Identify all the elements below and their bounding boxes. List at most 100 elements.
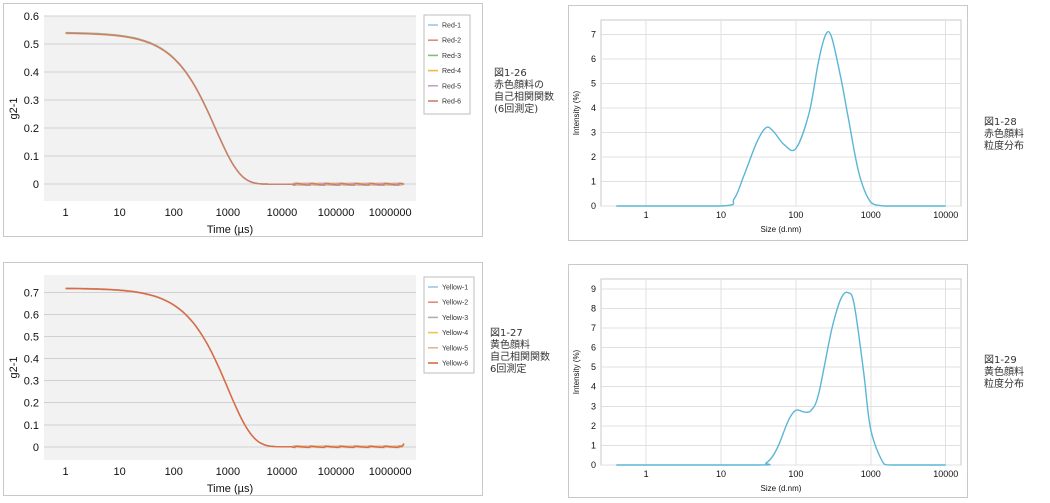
- x-tick-label: 1000: [216, 466, 240, 478]
- y-tick-label: 0.4: [24, 354, 39, 366]
- x-tick-label: 10000: [933, 210, 958, 220]
- y-tick-label: 5: [591, 362, 596, 372]
- yellow-size-distribution-chart: 0 1 2 3 4 5 6 7 8 9 1 10 100 1000 10000 Size (d.nm) Inte…: [568, 264, 968, 498]
- y-tick-label: 0.6: [24, 310, 39, 322]
- legend-label: Red-1: [442, 23, 461, 30]
- caption-line: 黄色顔料: [984, 367, 1024, 378]
- legend-label: Yellow-2: [442, 300, 468, 307]
- caption-line: 粒度分布: [984, 141, 1024, 152]
- x-tick-label: 1000: [216, 207, 240, 219]
- caption-line: 自己相関関数: [494, 92, 554, 103]
- yellow-correlation-chart: 0 0.1 0.2 0.3 0.4 0.5 0.6 0.7 1 10 100 1000 10000 100…: [3, 262, 483, 496]
- y-axis-title: g2-1: [8, 97, 20, 119]
- x-tick-label: 10000: [267, 466, 298, 478]
- y-tick-label: 0.6: [24, 11, 39, 23]
- red-correlation-plot: 0 0.1 0.2 0.3 0.4 0.5 0.6 1 10 100 1000 10000 100000…: [8, 11, 471, 236]
- red-size-distribution-plot: 0 1 2 3 4 5 6 7 1 10 100 1000 10000 Size (d.nm) Intens…: [572, 19, 962, 234]
- x-tick-label: 1000000: [369, 207, 412, 219]
- x-tick-label: 1000000: [369, 466, 412, 478]
- x-tick-label: 1000: [861, 210, 881, 220]
- x-tick-label: 100: [165, 466, 183, 478]
- caption-line: 赤色顔料の: [494, 80, 544, 91]
- y-axis-title: g2-1: [8, 356, 20, 378]
- caption-line: 黄色顔料: [490, 340, 530, 351]
- y-tick-label: 0.3: [24, 376, 39, 388]
- x-tick-label: 1: [62, 466, 68, 478]
- caption-line: 図1-27: [490, 328, 523, 339]
- legend-label: Yellow-6: [442, 361, 468, 368]
- x-tick-label: 1: [62, 207, 68, 219]
- x-tick-label: 100: [165, 207, 183, 219]
- legend-label: Red-6: [442, 99, 461, 106]
- x-tick-label: 1000: [861, 469, 881, 479]
- red-size-distribution-chart: 0 1 2 3 4 5 6 7 1 10 100 1000 10000 Size (d.nm) Intens…: [568, 5, 968, 241]
- red-correlation-chart: 0 0.1 0.2 0.3 0.4 0.5 0.6 1 10 100 1000 10000 100000…: [3, 3, 483, 237]
- caption-line: 赤色顔料: [984, 129, 1024, 140]
- y-tick-label: 0.5: [24, 332, 39, 344]
- caption-line: (6回測定): [494, 104, 539, 115]
- legend-label: Yellow-5: [442, 345, 468, 352]
- x-axis-title: Size (d.nm): [761, 484, 802, 493]
- y-tick-label: 3: [591, 401, 596, 411]
- plot-area: [600, 278, 962, 466]
- x-tick-label: 100000: [318, 466, 355, 478]
- caption-line: 図1-28: [984, 117, 1017, 128]
- y-tick-label: 7: [591, 323, 596, 333]
- y-tick-label: 0.3: [24, 95, 39, 107]
- caption-line: 図1-29: [984, 355, 1017, 366]
- y-tick-label: 6: [591, 343, 596, 353]
- y-tick-label: 4: [591, 103, 596, 113]
- y-tick-label: 5: [591, 79, 596, 89]
- y-tick-label: 8: [591, 303, 596, 313]
- y-tick-label: 0.2: [24, 398, 39, 410]
- y-tick-label: 6: [591, 54, 596, 64]
- y-tick-label: 1: [591, 177, 596, 187]
- yellow-correlation-plot: 0 0.1 0.2 0.3 0.4 0.5 0.6 0.7 1 10 100 1000 10000 100…: [8, 275, 475, 495]
- x-tick-label: 10: [114, 466, 126, 478]
- caption-line: 自己相関関数: [490, 352, 550, 363]
- y-tick-label: 7: [591, 30, 596, 40]
- caption-fig-1-29: 図1-29 黄色顔料 粒度分布: [984, 355, 1024, 391]
- y-tick-label: 0.5: [24, 39, 39, 51]
- legend-label: Red-5: [442, 83, 461, 90]
- y-tick-label: 4: [591, 382, 596, 392]
- legend-label: Red-4: [442, 68, 461, 75]
- y-tick-label: 0: [33, 179, 39, 191]
- y-tick-label: 0.2: [24, 123, 39, 135]
- legend-label: Red-2: [442, 38, 461, 45]
- legend-label: Yellow-1: [442, 285, 468, 292]
- legend-label: Yellow-4: [442, 330, 468, 337]
- y-tick-label: 2: [591, 152, 596, 162]
- plot-area: [44, 275, 416, 460]
- x-tick-label: 10000: [933, 469, 958, 479]
- x-tick-label: 10: [716, 469, 726, 479]
- y-tick-label: 0: [591, 201, 596, 211]
- x-tick-label: 10: [716, 210, 726, 220]
- y-tick-label: 2: [591, 421, 596, 431]
- caption-line: 粒度分布: [984, 379, 1024, 390]
- y-tick-label: 0.1: [24, 151, 39, 163]
- y-axis-title: Intensity (%): [572, 90, 581, 135]
- legend-label: Red-3: [442, 53, 461, 60]
- y-tick-label: 3: [591, 128, 596, 138]
- plot-area: [600, 19, 962, 207]
- yellow-size-distribution-plot: 0 1 2 3 4 5 6 7 8 9 1 10 100 1000 10000 Size (d.nm) Inte…: [572, 278, 962, 493]
- x-axis-title: Time (µs): [207, 483, 253, 495]
- x-tick-label: 100: [788, 469, 803, 479]
- y-tick-label: 1: [591, 440, 596, 450]
- x-axis-title: Time (µs): [207, 224, 253, 236]
- x-axis-title: Size (d.nm): [761, 225, 802, 234]
- x-tick-label: 100: [788, 210, 803, 220]
- caption-line: 図1-26: [494, 68, 527, 79]
- x-tick-label: 100000: [318, 207, 355, 219]
- x-tick-label: 10: [114, 207, 126, 219]
- y-tick-label: 9: [591, 284, 596, 294]
- y-tick-label: 0: [591, 460, 596, 470]
- caption-fig-1-28: 図1-28 赤色顔料 粒度分布: [984, 117, 1024, 153]
- x-tick-label: 10000: [267, 207, 298, 219]
- x-tick-label: 1: [644, 210, 649, 220]
- y-tick-label: 0.4: [24, 67, 39, 79]
- caption-fig-1-27: 図1-27 黄色顔料 自己相関関数 6回測定: [490, 328, 550, 376]
- x-tick-label: 1: [644, 469, 649, 479]
- y-tick-label: 0.1: [24, 420, 39, 432]
